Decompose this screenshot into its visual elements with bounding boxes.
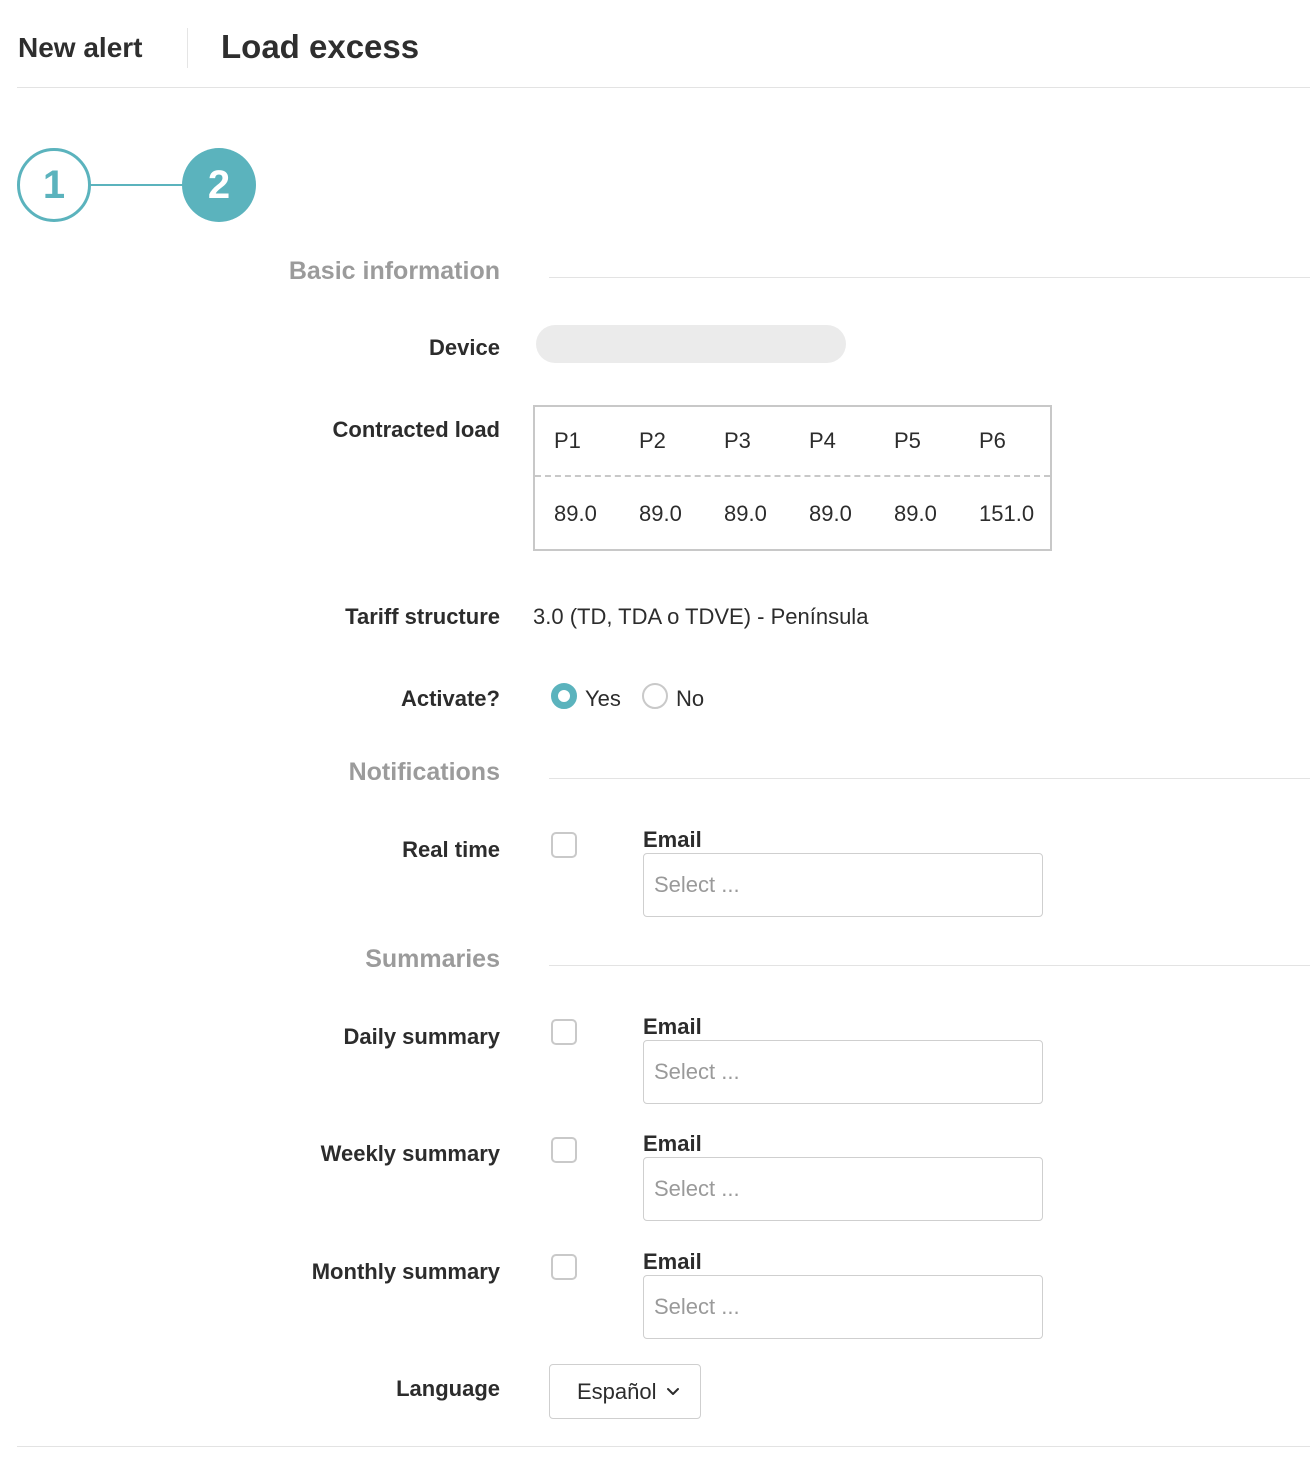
period-value: 89.0 (894, 501, 937, 526)
device-field[interactable] (536, 325, 846, 363)
monthly-summary-checkbox[interactable] (551, 1254, 577, 1280)
section-divider (549, 965, 1310, 966)
section-summaries: Summaries (365, 945, 500, 973)
period-header: P4 (809, 428, 836, 453)
period-header: P6 (979, 428, 1006, 453)
daily-summary-email-select[interactable]: Select ... (643, 1040, 1043, 1104)
device-label: Device (429, 335, 500, 360)
period-value: 89.0 (639, 501, 682, 526)
chevron-down-icon (665, 1384, 681, 1400)
breadcrumb-new-alert[interactable]: New alert (18, 32, 143, 64)
period-header: P2 (639, 428, 666, 453)
daily-summary-label: Daily summary (343, 1024, 500, 1049)
weekly-summary-email-label: Email (643, 1131, 702, 1156)
contracted-load-table: P1 P2 P3 P4 P5 P6 89.0 89.0 89.0 89.0 89… (533, 405, 1052, 551)
step-1[interactable]: 1 (17, 148, 91, 222)
real-time-email-label: Email (643, 827, 702, 852)
period-value: 89.0 (724, 501, 767, 526)
tariff-structure-label: Tariff structure (345, 604, 500, 629)
language-select[interactable]: Español (549, 1364, 701, 1419)
language-value: Español (577, 1378, 657, 1404)
section-divider (549, 778, 1310, 779)
page-header: New alert Load excess (17, 0, 1310, 88)
activate-label: Activate? (400, 686, 500, 711)
weekly-summary-checkbox[interactable] (551, 1137, 577, 1163)
activate-yes-label[interactable]: Yes (585, 686, 621, 712)
step-2[interactable]: 2 (182, 148, 256, 222)
period-header: P5 (894, 428, 921, 453)
tariff-structure-value: 3.0 (TD, TDA o TDVE) - Península (533, 604, 869, 629)
period-header: P3 (724, 428, 751, 453)
contracted-load-header-row: P1 P2 P3 P4 P5 P6 (535, 407, 1050, 477)
period-value: 151.0 (979, 501, 1035, 526)
section-basic-information: Basic information (288, 257, 500, 285)
activate-no-radio[interactable] (642, 683, 668, 709)
contracted-load-values-row: 89.0 89.0 89.0 89.0 89.0 151.0 (535, 479, 1050, 549)
contracted-load-label: Contracted load (332, 417, 500, 442)
weekly-summary-label: Weekly summary (320, 1141, 500, 1166)
period-value: 89.0 (554, 501, 597, 526)
page-title: Load excess (221, 28, 420, 65)
monthly-summary-label: Monthly summary (311, 1259, 500, 1284)
monthly-summary-email-select[interactable]: Select ... (643, 1275, 1043, 1339)
activate-yes-radio[interactable] (551, 683, 577, 709)
real-time-label: Real time (402, 837, 500, 862)
wizard-stepper: 1 2 (17, 148, 257, 224)
real-time-checkbox[interactable] (551, 832, 577, 858)
period-header: P1 (554, 428, 581, 453)
period-value: 89.0 (809, 501, 852, 526)
real-time-email-select[interactable]: Select ... (643, 853, 1043, 917)
weekly-summary-email-select[interactable]: Select ... (643, 1157, 1043, 1221)
monthly-summary-email-label: Email (643, 1249, 702, 1274)
language-label: Language (396, 1376, 500, 1401)
header-divider (187, 28, 188, 68)
section-divider (549, 277, 1310, 278)
section-notifications: Notifications (348, 758, 500, 786)
footer-divider (17, 1446, 1310, 1447)
activate-no-label[interactable]: No (676, 686, 704, 712)
daily-summary-checkbox[interactable] (551, 1019, 577, 1045)
stepper-connector (90, 184, 183, 186)
daily-summary-email-label: Email (643, 1014, 702, 1039)
